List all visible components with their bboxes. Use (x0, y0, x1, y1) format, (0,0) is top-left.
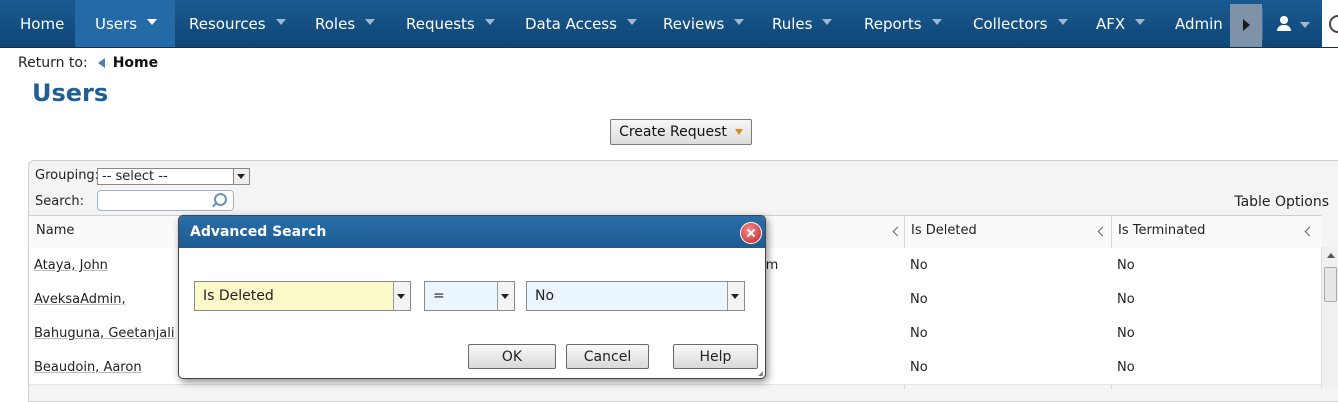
grouping-label: Grouping: (35, 168, 100, 183)
chevron-down-icon (1300, 22, 1310, 28)
nav-edge (1322, 0, 1338, 47)
chevron-down-icon (233, 169, 249, 184)
sort-icon[interactable] (1306, 225, 1314, 237)
advanced-search-dialog: Advanced Search Is Deleted = No OK Cance… (178, 215, 766, 379)
nav-item-label: Data Access (525, 14, 617, 33)
nav-item-label: Users (95, 14, 138, 33)
create-request-button[interactable]: Create Request (610, 119, 752, 145)
sort-icon[interactable] (894, 225, 902, 237)
search-value-select[interactable]: No (526, 281, 745, 311)
nav-item-label: Admin (1175, 14, 1223, 33)
grouping-select[interactable]: -- select -- (97, 168, 250, 185)
nav-item-label: Collectors (973, 14, 1048, 33)
nav-item-label: Reports (864, 14, 922, 33)
close-icon[interactable] (740, 222, 762, 244)
nav-item-users[interactable]: Users (75, 0, 175, 47)
dialog-title-bar[interactable]: Advanced Search (179, 216, 765, 248)
sort-icon[interactable] (1099, 225, 1107, 237)
user-icon-body (1277, 25, 1291, 31)
nav-item-label: Resources (189, 14, 266, 33)
nav-item-rules[interactable]: Rules (752, 0, 844, 47)
chevron-down-icon (626, 18, 637, 25)
chevron-down-icon (393, 282, 410, 310)
cell-is-terminated: No (1117, 258, 1135, 273)
column-header-is-terminated[interactable]: Is Terminated (1111, 215, 1311, 247)
breadcrumb-prefix: Return to: (18, 55, 88, 71)
grouping-select-value: -- select -- (102, 169, 168, 184)
search-label: Search: (35, 194, 85, 209)
chevron-down-icon (727, 282, 744, 310)
nav-item-label: Requests (406, 14, 475, 33)
nav-divider (1262, 8, 1263, 40)
column-header-name[interactable]: Name (29, 215, 179, 247)
nav-item-label: AFX (1096, 14, 1126, 33)
cell-is-terminated: No (1117, 360, 1135, 375)
chevron-down-icon (734, 18, 745, 25)
nav-item-label: Rules (772, 14, 813, 33)
chevron-down-icon (484, 18, 495, 25)
cell-is-deleted: No (910, 326, 928, 341)
cell-is-terminated: No (1117, 326, 1135, 341)
search-input[interactable] (97, 190, 234, 211)
search-icon[interactable] (214, 193, 227, 206)
nav-item-data-access[interactable]: Data Access (505, 0, 643, 47)
nav-item-reviews[interactable]: Reviews (643, 0, 752, 47)
chevron-down-icon (147, 18, 158, 25)
nav-item-afx[interactable]: AFX (1076, 0, 1155, 47)
page-title: Users (32, 79, 109, 107)
back-arrow-icon (97, 58, 105, 68)
chevron-down-icon (497, 282, 514, 310)
create-request-label: Create Request (619, 124, 727, 140)
dropdown-arrow-icon (734, 129, 743, 135)
nav-more-button[interactable] (1230, 4, 1262, 47)
nav-item-reports[interactable]: Reports (844, 0, 953, 47)
nav-item-label: Roles (315, 14, 356, 33)
nav-item-roles[interactable]: Roles (295, 0, 386, 47)
top-nav-bar: Home Users Resources Roles Requests Data Acce… (0, 0, 1338, 48)
chevron-down-icon (822, 18, 833, 25)
table-scrollbar[interactable] (1321, 247, 1338, 389)
user-name-link[interactable]: Beaudoin, Aaron (34, 360, 142, 375)
breadcrumb: Return to: Home (18, 55, 158, 71)
play-right-icon (1243, 19, 1250, 31)
search-value-value: No (535, 288, 555, 304)
breadcrumb-home-link[interactable]: Home (113, 55, 158, 71)
table-options-link[interactable]: Table Options (1234, 194, 1329, 210)
chevron-down-icon (1135, 18, 1146, 25)
resize-grip-icon[interactable] (758, 371, 763, 376)
search-field-value: Is Deleted (203, 288, 274, 304)
column-header-is-deleted[interactable]: Is Deleted (904, 215, 1104, 247)
search-field-select[interactable]: Is Deleted (194, 281, 411, 311)
nav-item-label: Home (20, 14, 65, 33)
chevron-down-icon (365, 18, 376, 25)
user-name-link[interactable]: Bahuguna, Geetanjali (34, 326, 175, 341)
help-button[interactable]: Help (673, 344, 758, 369)
nav-item-requests[interactable]: Requests (386, 0, 505, 47)
nav-item-admin[interactable]: Admin (1155, 0, 1230, 47)
cell-is-deleted: No (910, 258, 928, 273)
help-circle-icon[interactable] (1329, 15, 1338, 33)
ok-button[interactable]: OK (468, 344, 556, 369)
scroll-thumb[interactable] (1324, 267, 1337, 302)
cell-is-terminated: No (1117, 292, 1135, 307)
nav-item-label: Reviews (663, 14, 725, 33)
user-icon (1280, 16, 1288, 24)
user-name-link[interactable]: Ataya, John (34, 258, 108, 273)
chevron-down-icon (1057, 18, 1068, 25)
cell-is-deleted: No (910, 292, 928, 307)
nav-item-collectors[interactable]: Collectors (953, 0, 1076, 47)
cancel-button[interactable]: Cancel (566, 344, 649, 369)
search-operator-value: = (433, 288, 445, 304)
nav-item-resources[interactable]: Resources (169, 0, 295, 47)
user-name-link[interactable]: AveksaAdmin, (34, 292, 126, 307)
nav-item-home[interactable]: Home (0, 0, 75, 47)
scroll-up-icon[interactable] (1327, 253, 1335, 258)
cell-is-deleted: No (910, 360, 928, 375)
dialog-title: Advanced Search (190, 224, 327, 240)
chevron-down-icon (931, 18, 942, 25)
user-menu-button[interactable] (1266, 0, 1316, 47)
chevron-down-icon (275, 18, 286, 25)
search-operator-select[interactable]: = (424, 281, 515, 311)
